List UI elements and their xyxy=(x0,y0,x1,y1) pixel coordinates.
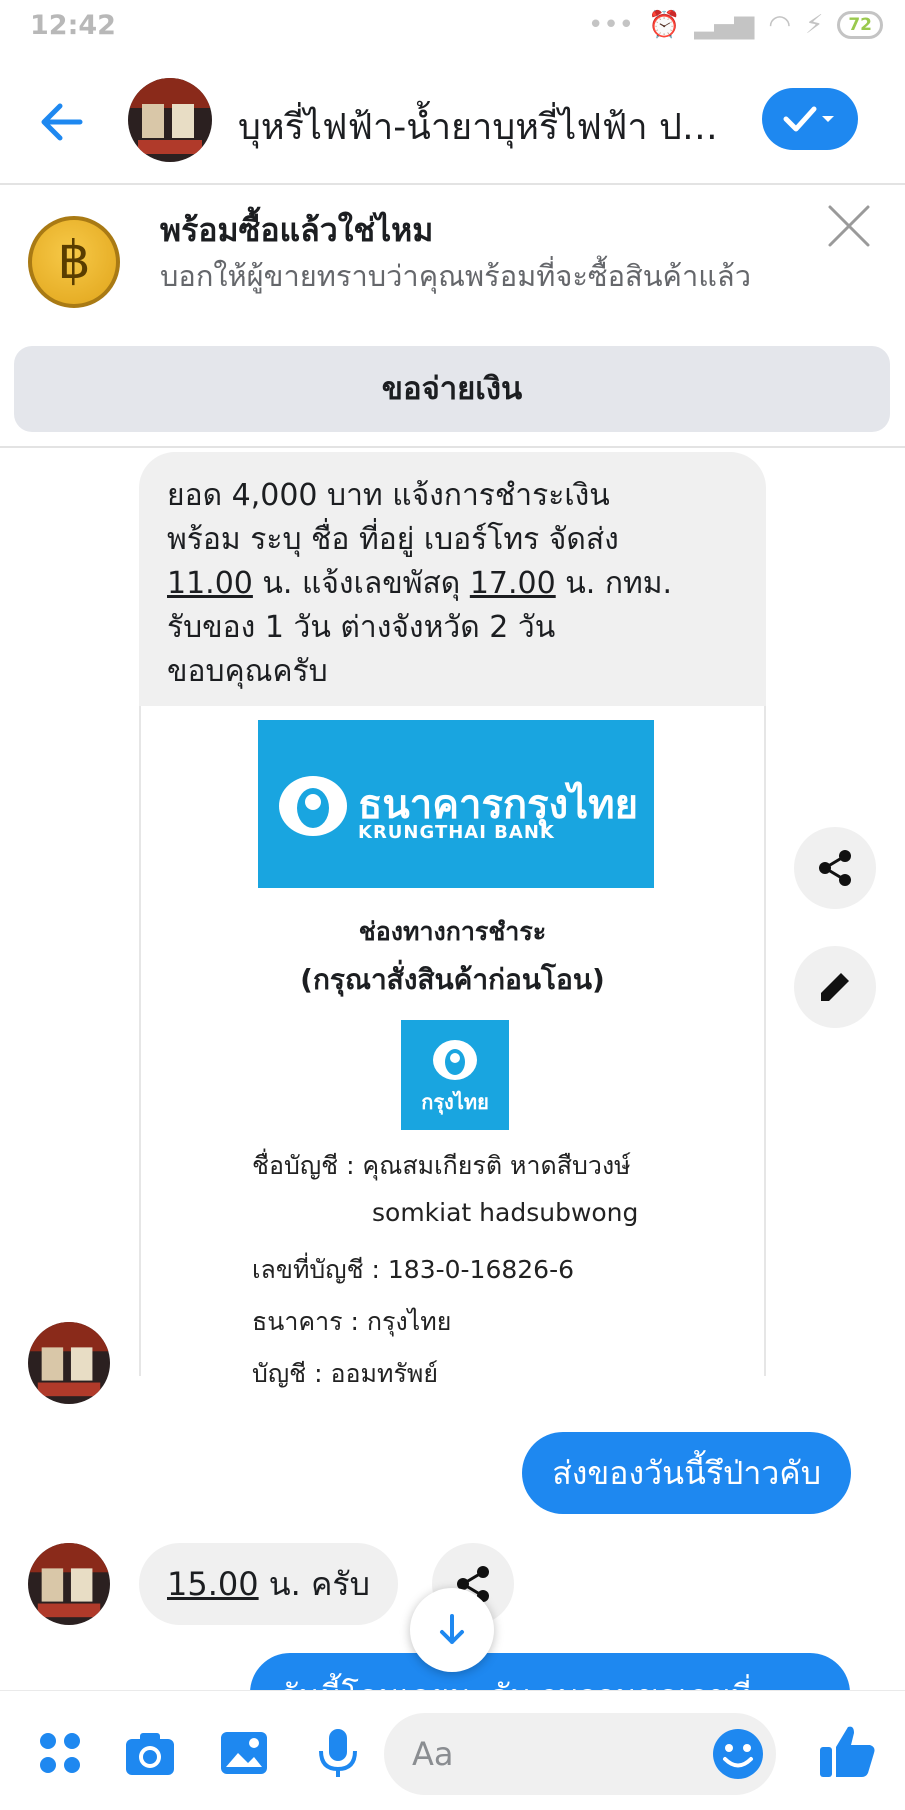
message-bubble-outgoing[interactable]: ส่งของวันนี้รึป่าวคับ xyxy=(522,1432,851,1514)
bank-small-logo: กรุงไทย xyxy=(401,1020,509,1130)
wifi-icon: ◠ xyxy=(768,10,792,40)
message-text: น. ครับ xyxy=(258,1565,370,1603)
camera-button[interactable] xyxy=(124,1727,176,1779)
close-banner-button[interactable] xyxy=(826,203,872,249)
account-name: ชื่อบัญชี : คุณสมเกียรติ หาดสืบวงษ์ xyxy=(252,1151,631,1180)
message-line: รับของ 1 วัน ต่างจังหวัด 2 วัน xyxy=(167,610,556,645)
account-number: เลขที่บัญชี : 183-0-16826-6 xyxy=(252,1255,575,1284)
bank-bird-icon xyxy=(279,776,347,836)
message-bubble-incoming[interactable]: 15.00 น. ครับ xyxy=(139,1543,398,1625)
chat-title[interactable]: บุหรี่ไฟฟ้า-น้ำยาบุหรี่ไฟฟ้า ปรึ... xyxy=(238,98,728,155)
microphone-icon xyxy=(319,1729,357,1777)
message-bubble-incoming[interactable]: ยอด 4,000 บาท แจ้งการชำระเงิน พร้อม ระบุ… xyxy=(139,452,766,716)
share-icon xyxy=(819,850,851,886)
emoji-button[interactable] xyxy=(710,1726,766,1786)
charging-icon: ⚡ xyxy=(805,10,824,40)
image-icon xyxy=(221,1732,267,1774)
account-type: บัญชี : ออมทรัพย์ xyxy=(252,1359,438,1388)
sender-avatar[interactable] xyxy=(28,1543,110,1625)
smiley-icon xyxy=(713,1729,763,1779)
message-input-placeholder: Aa xyxy=(412,1735,454,1773)
chat-header: บุหรี่ไฟฟ้า-น้ำยาบุหรี่ไฟฟ้า ปรึ... xyxy=(0,60,905,185)
time-link[interactable]: 15.00 xyxy=(167,1565,259,1603)
bank-bird-small-icon xyxy=(433,1040,477,1080)
channel-note: (กรุณาสั่งสินค้าก่อนโอน) xyxy=(300,963,605,996)
bank-line: ธนาคาร : กรุงไทย xyxy=(252,1307,452,1336)
status-icons: ••• ⏰ ▂▄▆ ◠ ⚡ 72 xyxy=(588,10,883,40)
avatar-image xyxy=(128,78,212,162)
more-dots-icon: ••• xyxy=(587,10,634,40)
message-line: ขอบคุณครับ xyxy=(167,654,328,689)
banner-subtitle: บอกให้ผู้ขายทราบว่าคุณพร้อมที่จะซื้อสินค… xyxy=(160,259,751,293)
close-icon xyxy=(828,205,870,247)
bank-name-en: KRUNGTHAI BANK xyxy=(358,822,555,843)
bank-logo: ธนาคารกรุงไทย KRUNGTHAI BANK xyxy=(258,720,654,888)
status-time: 12:42 xyxy=(30,10,116,41)
checkmark-dropdown-icon xyxy=(783,106,834,132)
scroll-to-bottom-button[interactable] xyxy=(410,1588,494,1672)
back-button[interactable] xyxy=(36,94,92,150)
request-payment-button[interactable]: ขอจ่ายเงิน xyxy=(14,346,890,432)
four-dots-icon xyxy=(40,1733,80,1773)
message-line: พร้อม ระบุ ชื่อ ที่อยู่ เบอร์โทร จัดส่ง xyxy=(167,522,619,557)
sender-avatar[interactable] xyxy=(28,1322,110,1404)
account-name-en: somkiat hadsubwong xyxy=(372,1198,639,1227)
order-status-button[interactable] xyxy=(762,88,858,150)
divider xyxy=(0,446,905,448)
pencil-icon xyxy=(821,973,849,1001)
arrow-down-icon xyxy=(440,1614,464,1644)
camera-icon xyxy=(126,1733,174,1775)
back-arrow-icon xyxy=(41,103,83,141)
bank-small-logo-text: กรุงไทย xyxy=(421,1090,489,1114)
voice-button[interactable] xyxy=(312,1727,364,1779)
time-link[interactable]: 11.00 xyxy=(167,566,253,601)
channel-title: ช่องทางการชำระ xyxy=(358,917,547,946)
message-composer: Aa xyxy=(0,1690,905,1810)
signal-icon: ▂▄▆ xyxy=(694,10,755,40)
message-text: น. แจ้งเลขพัสดุ xyxy=(252,566,470,601)
edit-button[interactable] xyxy=(794,946,876,1028)
time-link[interactable]: 17.00 xyxy=(470,566,556,601)
battery-icon: 72 xyxy=(837,11,883,39)
avatar-image xyxy=(28,1543,110,1625)
avatar-image xyxy=(28,1322,110,1404)
menu-button[interactable] xyxy=(34,1727,86,1779)
message-input[interactable]: Aa xyxy=(384,1713,776,1795)
message-line: ยอด 4,000 บาท แจ้งการชำระเงิน xyxy=(167,478,610,513)
alarm-icon: ⏰ xyxy=(648,10,681,40)
message-text: น. กทม. xyxy=(555,566,673,601)
page-avatar[interactable] xyxy=(128,78,212,162)
share-button[interactable] xyxy=(794,827,876,909)
banner-title: พร้อมซื้อแล้วใช่ไหม xyxy=(160,211,434,249)
message-line: 11.00 น. แจ้งเลขพัสดุ 17.00 น. กทม. xyxy=(167,562,738,606)
thumbs-up-icon xyxy=(820,1726,875,1777)
gallery-button[interactable] xyxy=(218,1727,270,1779)
like-button[interactable] xyxy=(818,1721,878,1781)
coin-icon: ฿ xyxy=(28,216,120,308)
status-bar: 12:42 ••• ⏰ ▂▄▆ ◠ ⚡ 72 xyxy=(0,0,905,56)
